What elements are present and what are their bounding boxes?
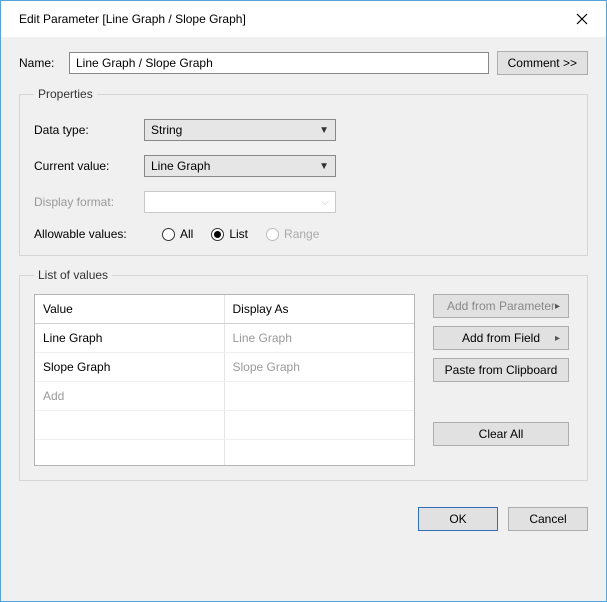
list-of-values-group: List of values Value Display As Line Gra…: [19, 268, 588, 481]
ok-button[interactable]: OK: [418, 507, 498, 531]
dialog-footer: OK Cancel: [19, 493, 588, 531]
cell-add: Add: [35, 382, 225, 410]
data-type-select[interactable]: String ▼: [144, 119, 336, 141]
close-icon: [576, 13, 588, 25]
display-format-select: ⌵: [144, 191, 336, 213]
caret-right-icon: ▸: [555, 333, 560, 344]
radio-list[interactable]: List: [211, 227, 248, 241]
dialog-content: Name: Comment >> Properties Data type: S…: [1, 37, 606, 601]
name-input[interactable]: [69, 52, 489, 74]
paste-from-clipboard-button[interactable]: Paste from Clipboard: [433, 358, 569, 382]
col-display-header: Display As: [225, 295, 415, 323]
close-button[interactable]: [568, 5, 596, 33]
radio-range-label: Range: [284, 227, 319, 241]
button-label: Paste from Clipboard: [445, 363, 558, 377]
cell-display: Line Graph: [225, 324, 415, 352]
table-row-empty: [35, 440, 414, 466]
properties-legend: Properties: [34, 87, 97, 101]
cell-value: Slope Graph: [35, 353, 225, 381]
comment-button[interactable]: Comment >>: [497, 51, 588, 75]
current-value-row: Current value: Line Graph ▼: [34, 155, 573, 177]
allowable-values-label: Allowable values:: [34, 227, 144, 241]
radio-icon: [162, 228, 175, 241]
cell-empty: [225, 382, 415, 410]
data-type-label: Data type:: [34, 123, 144, 137]
data-type-row: Data type: String ▼: [34, 119, 573, 141]
dialog-window: Edit Parameter [Line Graph / Slope Graph…: [0, 0, 607, 602]
lov-body: Value Display As Line Graph Line Graph S…: [34, 294, 573, 466]
button-label: Add from Field: [462, 331, 540, 345]
radio-all[interactable]: All: [162, 227, 193, 241]
cancel-button[interactable]: Cancel: [508, 507, 588, 531]
titlebar: Edit Parameter [Line Graph / Slope Graph…: [1, 1, 606, 37]
clear-all-button[interactable]: Clear All: [433, 422, 569, 446]
current-value-select[interactable]: Line Graph ▼: [144, 155, 336, 177]
list-of-values-legend: List of values: [34, 268, 112, 282]
chevron-down-icon: ▼: [319, 125, 329, 136]
current-value-label: Current value:: [34, 159, 144, 173]
col-value-header: Value: [35, 295, 225, 323]
display-format-label: Display format:: [34, 195, 144, 209]
table-row[interactable]: Slope Graph Slope Graph: [35, 353, 414, 382]
table-row[interactable]: Line Graph Line Graph: [35, 324, 414, 353]
button-label: Clear All: [479, 427, 524, 441]
name-row: Name: Comment >>: [19, 41, 588, 87]
radio-all-label: All: [180, 227, 193, 241]
radio-icon: [211, 228, 224, 241]
cell-display: Slope Graph: [225, 353, 415, 381]
chevron-down-icon: ▼: [319, 161, 329, 172]
cell-value: Line Graph: [35, 324, 225, 352]
name-label: Name:: [19, 56, 61, 70]
table-header: Value Display As: [35, 295, 414, 324]
display-format-row: Display format: ⌵: [34, 191, 573, 213]
add-from-field-button[interactable]: Add from Field ▸: [433, 326, 569, 350]
table-row-empty: [35, 411, 414, 440]
add-from-parameter-button: Add from Parameter ▸: [433, 294, 569, 318]
radio-list-label: List: [229, 227, 248, 241]
chevron-down-icon: ⌵: [321, 197, 329, 208]
radio-range: Range: [266, 227, 319, 241]
window-title: Edit Parameter [Line Graph / Slope Graph…: [19, 12, 568, 26]
caret-right-icon: ▸: [555, 301, 560, 312]
radio-icon: [266, 228, 279, 241]
properties-group: Properties Data type: String ▼ Current v…: [19, 87, 588, 256]
current-value-value: Line Graph: [151, 159, 210, 173]
values-table: Value Display As Line Graph Line Graph S…: [34, 294, 415, 466]
lov-side-buttons: Add from Parameter ▸ Add from Field ▸ Pa…: [433, 294, 573, 446]
button-label: Add from Parameter: [447, 299, 555, 313]
data-type-value: String: [151, 123, 182, 137]
allowable-values-row: Allowable values: All List Range: [34, 227, 573, 241]
table-row-add[interactable]: Add: [35, 382, 414, 411]
